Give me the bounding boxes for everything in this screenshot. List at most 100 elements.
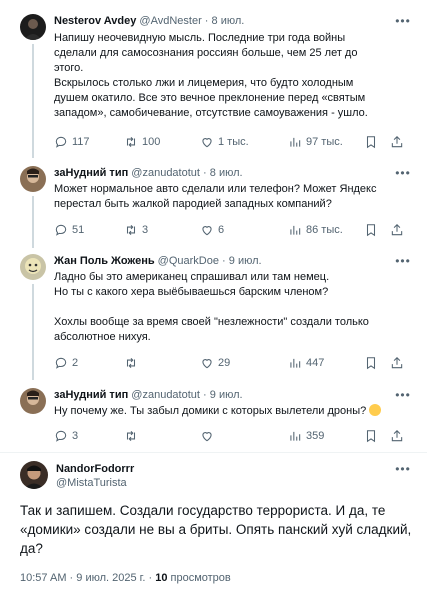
more-options-icon[interactable]: ••• bbox=[395, 15, 411, 30]
handle[interactable]: @QuarkDoe bbox=[158, 255, 219, 267]
views-count: 86 тыс. bbox=[306, 224, 343, 236]
like-count: 29 bbox=[218, 357, 231, 369]
bookmark-icon bbox=[366, 430, 376, 443]
retweet-icon bbox=[126, 136, 136, 148]
focused-tweet: NandorFodorrr @MistaTuristа ••• Так и за… bbox=[0, 453, 427, 600]
more-options-icon[interactable]: ••• bbox=[395, 389, 411, 404]
timestamp[interactable]: 8 июл. bbox=[212, 15, 245, 27]
retweet-icon bbox=[126, 357, 136, 369]
display-name[interactable]: заНудний тип bbox=[54, 389, 128, 401]
heart-icon bbox=[202, 226, 212, 236]
tweet-actions: 2 29 447 bbox=[54, 355, 404, 371]
separator: · bbox=[203, 389, 207, 401]
like-count: 6 bbox=[218, 224, 225, 236]
reply-icon bbox=[55, 136, 67, 148]
retweet-button[interactable]: 3 bbox=[124, 222, 148, 238]
share-button[interactable] bbox=[390, 428, 404, 444]
heart-icon bbox=[202, 138, 212, 148]
share-button[interactable] bbox=[390, 355, 404, 371]
views-count: 10 bbox=[155, 572, 168, 584]
share-icon bbox=[391, 357, 403, 369]
bookmark-button[interactable] bbox=[364, 134, 378, 150]
pensive-face-emoji-icon bbox=[369, 404, 382, 416]
like-button[interactable] bbox=[200, 428, 218, 444]
bookmark-icon bbox=[366, 136, 376, 149]
like-button[interactable]: 1 тыс. bbox=[200, 134, 249, 150]
reply-button[interactable]: 117 bbox=[54, 134, 90, 150]
handle[interactable]: @zanudatotut bbox=[131, 389, 200, 401]
avatar[interactable] bbox=[20, 14, 46, 40]
tweet-actions: 117 100 1 тыс. 97 тыс. bbox=[54, 134, 404, 150]
thread-line bbox=[32, 44, 34, 158]
tweet-metadata: 10:57 AM · 9 июл. 2025 г. · 10 просмотро… bbox=[20, 571, 231, 585]
display-name[interactable]: NandorFodorrr bbox=[56, 462, 134, 476]
bookmark-icon bbox=[366, 357, 376, 370]
reply-count: 117 bbox=[72, 136, 90, 148]
tweet-header: Nesterov Avdey @AvdNester · 8 июл. bbox=[54, 14, 244, 28]
views-button[interactable]: 86 тыс. bbox=[288, 222, 343, 238]
avatar[interactable] bbox=[20, 461, 48, 489]
thread-line bbox=[32, 284, 34, 380]
display-name[interactable]: Жан Поль Жожень bbox=[54, 255, 155, 267]
handle[interactable]: @AvdNester bbox=[139, 15, 201, 27]
views-count: 97 тыс. bbox=[306, 136, 343, 148]
more-options-icon[interactable]: ••• bbox=[395, 463, 411, 478]
views-label: просмотров bbox=[170, 572, 231, 584]
tweet-actions: 51 3 6 86 тыс. bbox=[54, 222, 404, 238]
reply-icon bbox=[55, 357, 67, 369]
reply-button[interactable]: 51 bbox=[54, 222, 84, 238]
tweet-header: заНудний тип @zanudatotut · 8 июл. bbox=[54, 166, 243, 180]
share-button[interactable] bbox=[390, 222, 404, 238]
like-button[interactable]: 29 bbox=[200, 355, 230, 371]
bookmark-icon bbox=[366, 224, 376, 237]
tweet-text: Может нормальное авто сделали или телефо… bbox=[54, 183, 377, 210]
views-chart-icon bbox=[290, 137, 301, 147]
tweet-3[interactable]: Жан Поль Жожень @QuarkDoe · 9 июл. ••• Л… bbox=[0, 248, 427, 380]
avatar[interactable] bbox=[20, 254, 46, 280]
like-button[interactable]: 6 bbox=[200, 222, 224, 238]
timestamp[interactable]: 9 июл. bbox=[210, 389, 243, 401]
reply-button[interactable]: 2 bbox=[54, 355, 78, 371]
tweet-time[interactable]: 10:57 AM bbox=[20, 572, 66, 584]
bookmark-button[interactable] bbox=[364, 355, 378, 371]
views-button[interactable]: 359 bbox=[288, 428, 324, 444]
handle[interactable]: @MistaTuristа bbox=[56, 476, 127, 490]
retweet-icon bbox=[126, 224, 136, 236]
views-button[interactable]: 97 тыс. bbox=[288, 134, 343, 150]
retweet-button[interactable]: 100 bbox=[124, 134, 160, 150]
more-options-icon[interactable]: ••• bbox=[395, 167, 411, 182]
tweet-text: Так и запишем. Создали государство терро… bbox=[20, 503, 412, 556]
bookmark-button[interactable] bbox=[364, 222, 378, 238]
retweet-icon bbox=[126, 430, 136, 442]
reply-button[interactable]: 3 bbox=[54, 428, 78, 444]
handle[interactable]: @zanudatotut bbox=[131, 167, 200, 179]
more-options-icon[interactable]: ••• bbox=[395, 255, 411, 270]
share-icon bbox=[391, 224, 403, 236]
views-count: 359 bbox=[306, 430, 325, 442]
separator: · bbox=[203, 167, 207, 179]
tweet-header: Жан Поль Жожень @QuarkDoe · 9 июл. bbox=[54, 254, 262, 268]
share-icon bbox=[391, 136, 403, 148]
retweet-button[interactable] bbox=[124, 428, 142, 444]
separator: · bbox=[222, 255, 226, 267]
tweet-2[interactable]: заНудний тип @zanudatotut · 8 июл. ••• М… bbox=[0, 160, 427, 248]
timestamp[interactable]: 9 июл. bbox=[229, 255, 262, 267]
separator: · bbox=[204, 15, 209, 27]
avatar[interactable] bbox=[20, 166, 46, 192]
tweet-4[interactable]: заНудний тип @zanudatotut · 9 июл. ••• Н… bbox=[0, 380, 427, 450]
timestamp[interactable]: 8 июл. bbox=[210, 167, 243, 179]
heart-icon bbox=[202, 359, 212, 369]
separator: · bbox=[148, 572, 153, 584]
avatar[interactable] bbox=[20, 388, 46, 414]
reply-icon bbox=[55, 224, 67, 236]
views-button[interactable]: 447 bbox=[288, 355, 324, 371]
like-count: 1 тыс. bbox=[218, 136, 249, 148]
tweet-date[interactable]: 9 июл. 2025 г. bbox=[76, 572, 145, 584]
display-name[interactable]: заНудний тип bbox=[54, 167, 128, 179]
display-name[interactable]: Nesterov Avdey bbox=[54, 15, 136, 27]
reply-count: 2 bbox=[72, 357, 79, 369]
tweet-1[interactable]: Nesterov Avdey @AvdNester · 8 июл. ••• Н… bbox=[0, 0, 427, 160]
retweet-button[interactable] bbox=[124, 355, 142, 371]
share-button[interactable] bbox=[390, 134, 404, 150]
bookmark-button[interactable] bbox=[364, 428, 378, 444]
